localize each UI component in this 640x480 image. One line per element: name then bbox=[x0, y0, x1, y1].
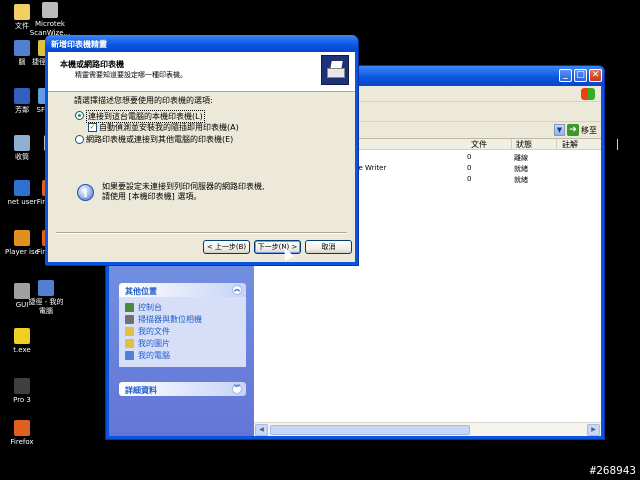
desktop-shortcut-icon bbox=[38, 280, 54, 296]
wizard-header-subtitle: 精靈需要知道要設定哪一種印表機。 bbox=[75, 71, 187, 79]
other-places-link-label: 掃描器與數位相機 bbox=[138, 314, 202, 324]
folder-icon bbox=[125, 350, 134, 360]
info-text-line-2: 請使用 [本機印表機] 選項。 bbox=[102, 192, 202, 201]
other-places-link[interactable]: 我的電腦 bbox=[125, 349, 240, 361]
wizard-title: 新增印表機精靈 bbox=[51, 40, 107, 49]
other-places-link[interactable]: 掃描器與數位相機 bbox=[125, 313, 240, 325]
close-button[interactable]: ✕ bbox=[589, 69, 602, 82]
cancel-button[interactable]: 取消 bbox=[305, 240, 352, 254]
network-printer-option-label[interactable]: 網路印表機或連接到其他電腦的印表機(E) bbox=[86, 134, 233, 145]
windows-logo-icon bbox=[581, 88, 595, 100]
scrollbar-thumb[interactable] bbox=[270, 425, 470, 435]
horizontal-scrollbar[interactable]: ◀ ▶ bbox=[254, 422, 601, 436]
document-count-cell: 0 bbox=[467, 164, 472, 172]
other-places-link-label: 控制台 bbox=[138, 302, 162, 312]
printer-status-cell: 就緒 bbox=[514, 176, 528, 184]
watermark: #268943 bbox=[589, 464, 636, 477]
scroll-right-icon[interactable]: ▶ bbox=[587, 424, 600, 436]
other-places-link[interactable]: 我的文件 bbox=[125, 325, 240, 337]
wizard-separator bbox=[56, 232, 347, 234]
details-title: 詳細資料 bbox=[125, 386, 157, 395]
desktop-icon[interactable]: Firefox bbox=[0, 420, 44, 447]
info-icon: i bbox=[77, 184, 94, 201]
desktop-icon[interactable]: 捷徑 - 我的 電腦 bbox=[24, 280, 68, 316]
desktop-shortcut-icon bbox=[14, 420, 30, 436]
desktop-icon[interactable]: Microtek ScanWize... bbox=[28, 2, 72, 38]
folder-icon bbox=[125, 326, 134, 336]
wizard-prompt: 請選擇描述您想要使用的印表機的選項: bbox=[74, 96, 213, 105]
other-places-link[interactable]: 控制台 bbox=[125, 301, 240, 313]
desktop-shortcut-icon bbox=[14, 135, 30, 151]
desktop-icon-label: Pro 3 bbox=[13, 396, 31, 404]
printer-icon bbox=[321, 55, 349, 85]
autodetect-option-label[interactable]: 自動偵測並安裝我的隨插即用印表機(A) bbox=[99, 122, 239, 133]
column-header[interactable]: 文件 bbox=[467, 139, 512, 150]
wizard-header-title: 本機或網路印表機 bbox=[60, 60, 124, 69]
column-header[interactable]: 註解 bbox=[558, 139, 618, 150]
other-places-links: 控制台掃描器與數位相機 我的文件我的圖片我的電腦 bbox=[119, 297, 246, 367]
scroll-left-icon[interactable]: ◀ bbox=[255, 424, 268, 436]
desktop-shortcut-icon bbox=[42, 2, 58, 18]
network-printer-radio[interactable] bbox=[75, 135, 84, 144]
desktop-icon[interactable]: t.exe bbox=[0, 328, 44, 355]
folder-icon bbox=[125, 302, 134, 312]
other-places-link-label: 我的圖片 bbox=[138, 338, 170, 348]
collapse-chevron-icon[interactable]: ︽ bbox=[232, 285, 242, 295]
info-text: 如果要設定未連接到列印伺服器的網路印表機, 請使用 [本機印表機] 選項。 bbox=[102, 182, 265, 202]
details-panel: 詳細資料 ︾ bbox=[119, 382, 246, 396]
column-header[interactable]: 狀態 bbox=[512, 139, 557, 150]
maximize-button[interactable]: □ bbox=[574, 69, 587, 82]
minimize-button[interactable]: _ bbox=[559, 69, 572, 82]
info-text-line-1: 如果要設定未連接到列印伺服器的網路印表機, bbox=[102, 182, 265, 191]
next-button[interactable]: 下一步(N) > bbox=[254, 240, 301, 254]
document-count-cell: 0 bbox=[467, 175, 472, 183]
other-places-link-label: 我的電腦 bbox=[138, 350, 170, 360]
desktop-icon[interactable]: Pro 3 bbox=[0, 378, 44, 405]
other-places-link-label: 我的文件 bbox=[138, 326, 170, 336]
go-arrow-icon[interactable]: ➔ bbox=[567, 124, 579, 136]
printer-status-cell: 離線 bbox=[514, 154, 528, 162]
back-button[interactable]: < 上一步(B) bbox=[203, 240, 250, 254]
address-dropdown-icon[interactable]: ▼ bbox=[554, 124, 565, 136]
go-button[interactable]: 移至 bbox=[581, 125, 597, 136]
printer-status-cell: 就緒 bbox=[514, 165, 528, 173]
local-printer-radio[interactable] bbox=[75, 111, 84, 120]
details-header[interactable]: 詳細資料 ︾ bbox=[119, 382, 246, 396]
other-places-title: 其他位置 bbox=[125, 287, 157, 296]
folder-icon bbox=[125, 338, 134, 348]
wizard-titlebar[interactable]: 新增印表機精靈 bbox=[45, 35, 358, 52]
printer-name-cell: ge Writer bbox=[354, 164, 387, 172]
autodetect-checkbox[interactable]: ✓ bbox=[88, 123, 97, 132]
wizard-header: 本機或網路印表機 精靈需要知道要設定哪一種印表機。 bbox=[48, 52, 355, 92]
desktop-shortcut-icon bbox=[14, 328, 30, 344]
desktop-icon-label: 捷徑 - 我的 電腦 bbox=[28, 298, 64, 315]
other-places-header[interactable]: 其他位置 ︽ bbox=[119, 283, 246, 297]
expand-chevron-icon[interactable]: ︾ bbox=[232, 384, 242, 394]
document-count-cell: 0 bbox=[467, 153, 472, 161]
folder-icon bbox=[125, 314, 134, 324]
desktop-icon-label: t.exe bbox=[13, 346, 31, 354]
other-places-link[interactable]: 我的圖片 bbox=[125, 337, 240, 349]
desktop-shortcut-icon bbox=[14, 378, 30, 394]
add-printer-wizard: 新增印表機精靈 本機或網路印表機 精靈需要知道要設定哪一種印表機。 請選擇描述您… bbox=[45, 35, 358, 265]
other-places-panel: 其他位置 ︽ 控制台掃描器與數位相機 我的文件我的圖片我的電腦 bbox=[119, 283, 246, 367]
desktop-icon-label: Firefox bbox=[10, 438, 34, 446]
